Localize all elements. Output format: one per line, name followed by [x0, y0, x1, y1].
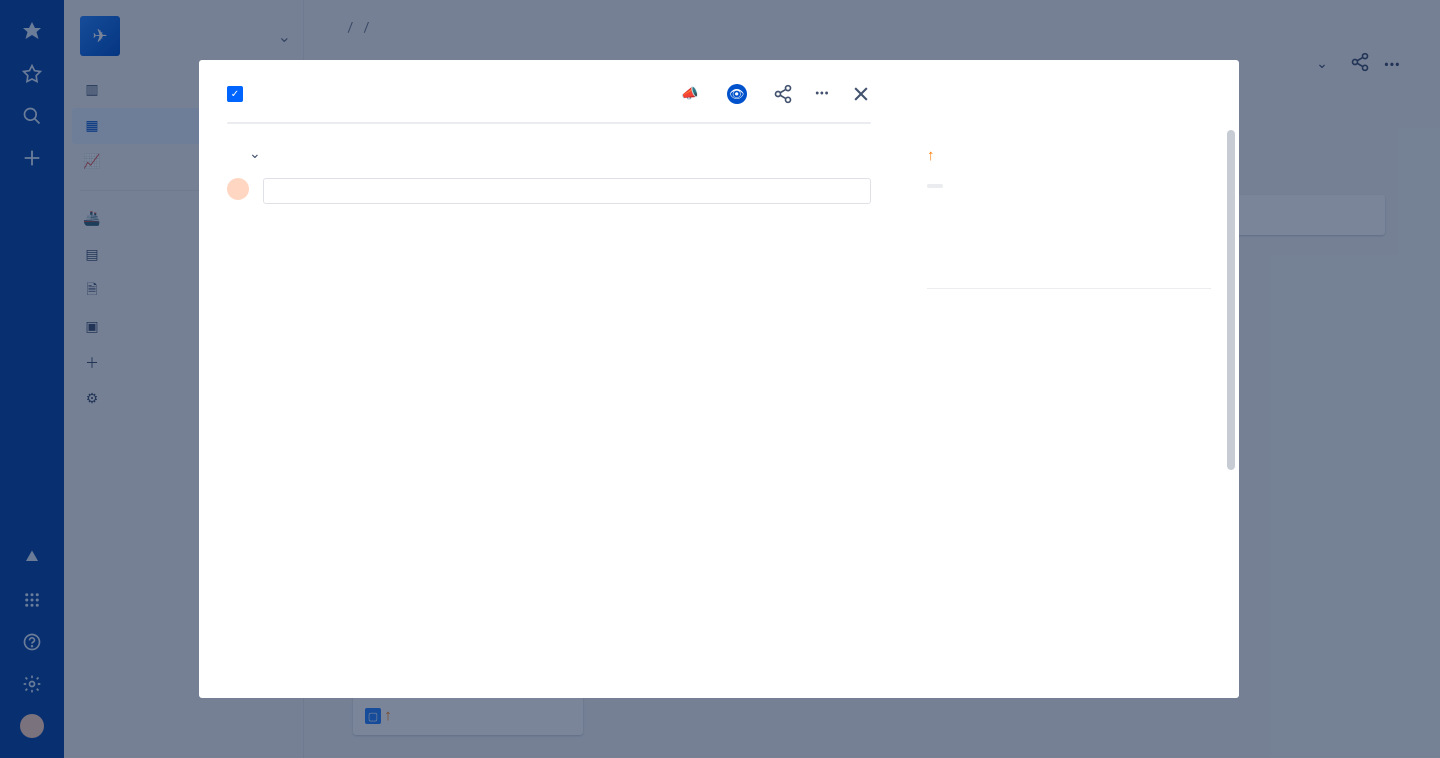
- current-user-avatar: [227, 178, 249, 200]
- activity-section: ⌄: [227, 146, 871, 162]
- share-icon[interactable]: [773, 84, 793, 104]
- more-actions-icon[interactable]: •••: [815, 86, 829, 102]
- give-feedback-button[interactable]: 📣: [681, 86, 704, 102]
- priority-medium-icon: ↑: [927, 146, 935, 164]
- activity-tab-select[interactable]: ⌄: [243, 146, 261, 162]
- megaphone-icon: 📣: [681, 86, 698, 102]
- comment-input[interactable]: [263, 178, 871, 204]
- task-type-icon: ✓: [227, 86, 243, 102]
- scrollbar[interactable]: [1227, 130, 1235, 470]
- chevron-down-icon: ⌄: [249, 146, 261, 162]
- eye-icon: 👁: [727, 84, 747, 104]
- close-icon[interactable]: [851, 84, 871, 104]
- issue-modal: ✓ 📣 👁 ••• ⌄: [199, 60, 1239, 698]
- field-estimate[interactable]: [927, 184, 1211, 188]
- subtask-list: [227, 122, 871, 124]
- watchers[interactable]: 👁: [727, 84, 751, 104]
- field-priority[interactable]: ↑: [927, 146, 1211, 164]
